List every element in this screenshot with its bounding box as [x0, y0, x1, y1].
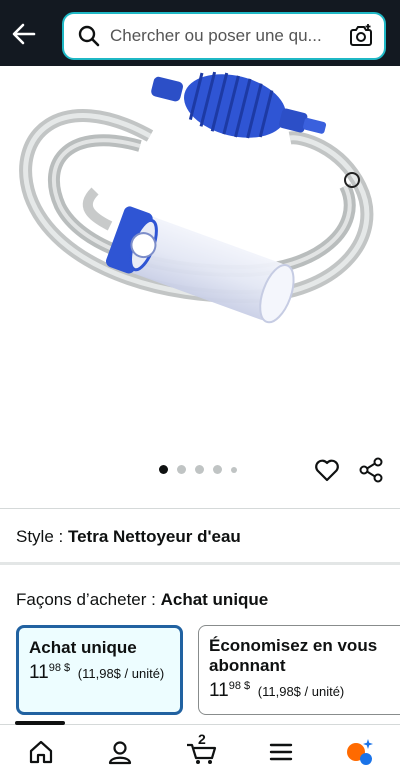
cart-count: 2 [198, 731, 206, 747]
nav-account[interactable] [105, 737, 135, 767]
search-icon [78, 25, 100, 47]
search-placeholder: Chercher ou poser une qu... [110, 26, 322, 45]
menu-icon [269, 743, 293, 761]
image-pagination[interactable] [159, 465, 237, 474]
unit-price: (11,98$ / unité) [257, 684, 345, 699]
image-controls [0, 452, 400, 488]
back-button[interactable] [10, 20, 38, 48]
one-time-purchase-option[interactable]: Achat unique 1198 $ (11,98$ / unité) [16, 625, 183, 715]
nav-menu[interactable] [266, 737, 296, 767]
share-icon[interactable] [357, 456, 385, 484]
subscribe-save-option[interactable]: Économisez en vous abonnant 1198 $ (11,9… [198, 625, 400, 715]
home-icon [29, 740, 53, 764]
option-title: Achat unique [29, 638, 137, 657]
aquarium-siphon-illustration [19, 71, 374, 324]
price-fraction: 98 $ [228, 680, 251, 692]
style-label: Style : [16, 527, 64, 546]
bottom-navigation: 2 [0, 721, 400, 777]
pagination-dot[interactable] [159, 465, 168, 474]
back-arrow-icon [12, 23, 36, 45]
style-value: Tetra Nettoyeur d'eau [67, 527, 241, 546]
buy-ways-label: Façons d’acheter : [16, 590, 156, 609]
unit-price: (11,98$ / unité) [77, 666, 165, 681]
pagination-dot[interactable] [177, 465, 186, 474]
camera-search-icon[interactable] [348, 23, 374, 49]
divider [0, 508, 400, 509]
nav-cart[interactable]: 2 [184, 731, 220, 767]
nav-home[interactable] [26, 737, 56, 767]
price-whole: 11 [29, 662, 49, 683]
product-image[interactable] [0, 66, 400, 456]
top-header: Chercher ou poser une qu... [0, 0, 400, 66]
nav-assistant[interactable] [344, 737, 374, 767]
account-icon [108, 741, 132, 765]
search-input[interactable]: Chercher ou poser une qu... [62, 12, 386, 60]
price-whole: 11 [209, 680, 229, 701]
price-fraction: 98 $ [48, 662, 71, 674]
heart-icon[interactable] [313, 456, 341, 484]
pagination-dot[interactable] [195, 465, 204, 474]
option-price: 1198 $ (11,98$ / unité) [209, 680, 397, 702]
buy-ways-value: Achat unique [160, 590, 269, 609]
option-title: Économisez en vous abonnant [209, 636, 378, 675]
style-selector[interactable]: Style : Tetra Nettoyeur d'eau [16, 527, 241, 547]
pagination-dot[interactable] [213, 465, 222, 474]
pagination-dot[interactable] [231, 466, 237, 473]
active-tab-indicator [15, 721, 65, 725]
section-divider [0, 562, 400, 565]
rufus-assistant-icon [347, 739, 373, 765]
buy-ways-heading: Façons d’acheter : Achat unique [16, 590, 268, 610]
option-price: 1198 $ (11,98$ / unité) [29, 662, 170, 684]
